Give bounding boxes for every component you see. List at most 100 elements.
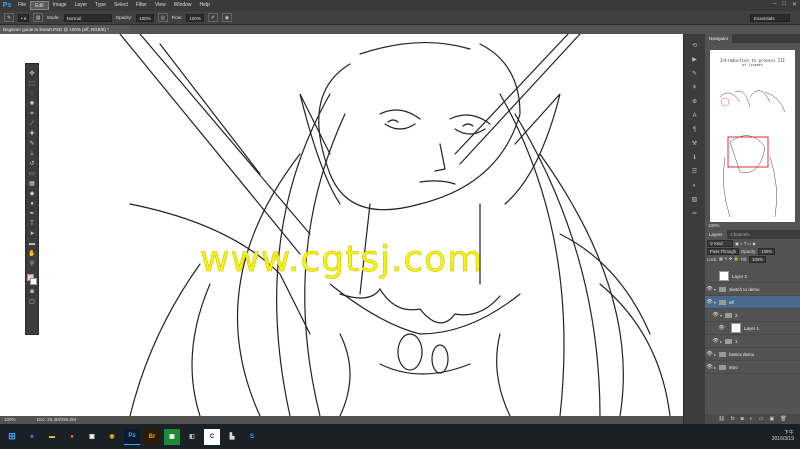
file-explorer-icon[interactable]: ▬	[44, 429, 60, 445]
windows-start-icon[interactable]: ⊞	[4, 429, 20, 445]
path-select-tool-icon[interactable]: ➤	[28, 230, 37, 238]
pen-tool-icon[interactable]: ✒	[28, 210, 37, 218]
store-icon[interactable]: ▣	[84, 429, 100, 445]
quick-select-tool-icon[interactable]: ✺	[28, 100, 37, 108]
character-icon[interactable]: A	[690, 112, 700, 121]
brush-panel-icon[interactable]: ▤	[33, 13, 44, 22]
pressure-size-icon[interactable]: ◉	[221, 13, 232, 22]
properties-icon[interactable]: ☰	[690, 168, 700, 177]
eye-icon[interactable]: 👁	[711, 338, 720, 344]
filter-icons[interactable]: ▣ ◐ T ▭ ◆	[735, 241, 756, 246]
app-white-icon[interactable]: C	[204, 428, 220, 445]
minimize-icon[interactable]: –	[773, 1, 776, 8]
tab-navigator[interactable]: Navigator	[705, 34, 733, 43]
flow-input[interactable]: 100%	[186, 13, 204, 22]
layer-row-intro[interactable]: 👁 ▸ intro	[705, 361, 800, 374]
quick-mask-icon[interactable]: ◙	[28, 288, 37, 296]
screen-mode-icon[interactable]: ▢	[28, 298, 37, 306]
layer-row-basics-demo[interactable]: 👁 ▸ basics demo	[705, 348, 800, 361]
menu-view[interactable]: View	[151, 1, 170, 10]
styles-icon[interactable]: ▧	[690, 196, 700, 205]
mode-select[interactable]: Normal	[63, 13, 112, 22]
document-tab[interactable]: Beginner guide to lineart.PSD @ 100% (el…	[0, 25, 130, 34]
app-dark-icon[interactable]: ▙	[224, 429, 240, 445]
navigator-zoom[interactable]: 100%	[705, 222, 800, 230]
adjustment-icon[interactable]: ◐	[750, 416, 753, 422]
navigator-thumbnail[interactable]: Introduction to process III of lineart	[710, 50, 795, 226]
trash-icon[interactable]: 🗑	[780, 416, 786, 422]
eye-icon[interactable]: 👁	[705, 299, 714, 305]
new-group-icon[interactable]: ▭	[759, 416, 764, 422]
photoshop-logo[interactable]: Ps	[0, 0, 14, 11]
type-tool-icon[interactable]: T	[28, 220, 37, 228]
stamp-tool-icon[interactable]: ⊥	[28, 150, 37, 158]
menu-layer[interactable]: Layer	[71, 1, 92, 10]
menu-window[interactable]: Window	[170, 1, 196, 10]
bridge-icon[interactable]: Br	[144, 428, 160, 445]
adjustments-icon[interactable]: ◐	[690, 182, 700, 191]
clock[interactable]: 下午 2016/3/19	[772, 430, 794, 442]
tab-channels[interactable]: Channels	[727, 230, 754, 239]
lasso-tool-icon[interactable]: ◌	[28, 90, 37, 98]
fx-icon[interactable]: fx	[731, 416, 735, 422]
paths-icon[interactable]: ✑	[690, 210, 700, 219]
brush-tool-icon[interactable]: ✎	[4, 13, 14, 22]
eye-icon[interactable]: 👁	[717, 325, 726, 331]
crop-tool-icon[interactable]: ⌗	[28, 110, 37, 118]
hand-tool-icon[interactable]: ✋	[28, 250, 37, 258]
eye-icon[interactable]: 👁	[705, 351, 714, 357]
blend-mode-select[interactable]: Pass Through	[707, 247, 739, 255]
blur-tool-icon[interactable]: ◆	[28, 190, 37, 198]
eyedropper-tool-icon[interactable]: ⟋	[28, 120, 37, 128]
menu-file[interactable]: File	[14, 1, 30, 10]
layer-row-1[interactable]: 👁 ▸ 1	[705, 335, 800, 348]
workspace-select[interactable]: Essentials	[750, 14, 790, 22]
skype-icon[interactable]: S	[244, 429, 260, 445]
pressure-opacity-icon[interactable]: ◎	[157, 13, 168, 22]
layer-row-elf[interactable]: 👁 ▾ elf	[705, 296, 800, 309]
link-icon[interactable]: ⛓	[718, 416, 724, 422]
layer-row-layer-1[interactable]: 👁 Layer 1	[705, 322, 800, 335]
history-brush-icon[interactable]: ↺	[28, 160, 37, 168]
layer-row-2[interactable]: 👁 ▾ 2	[705, 309, 800, 322]
firefox-icon[interactable]: ●	[64, 429, 80, 445]
layer-row-sketch-to-demo[interactable]: 👁 ▾ sketch to demo	[705, 283, 800, 296]
brushes-icon[interactable]: ⚘	[690, 84, 700, 93]
layer-row-layer-2[interactable]: Layer 2	[705, 270, 800, 283]
tab-layers[interactable]: Layers	[705, 230, 727, 239]
move-tool-icon[interactable]: ✥	[28, 70, 37, 78]
lock-icons[interactable]: ▦ ✎ ✥ 🔒	[719, 256, 739, 262]
clone-source-icon[interactable]: ⊕	[690, 98, 700, 107]
layer-opacity-input[interactable]: 100%	[758, 247, 776, 255]
menu-help[interactable]: Help	[196, 1, 214, 10]
photoshop-taskbar-icon[interactable]: Ps	[124, 428, 140, 445]
menu-type[interactable]: Type	[91, 1, 110, 10]
zoom-status[interactable]: 100%	[4, 417, 16, 422]
history-icon[interactable]: ⟲	[690, 42, 700, 51]
zoom-tool-icon[interactable]: ⚲	[28, 260, 37, 268]
tool-presets-icon[interactable]: ⚒	[690, 140, 700, 149]
edge-icon[interactable]: e	[24, 429, 40, 445]
actions-icon[interactable]: ▶	[690, 56, 700, 65]
eraser-tool-icon[interactable]: ▭	[28, 170, 37, 178]
brush-size-picker[interactable]: • ▾	[18, 13, 30, 22]
opacity-input[interactable]: 100%	[136, 13, 154, 22]
menu-filter[interactable]: Filter	[132, 1, 151, 10]
canvas[interactable]: www.cgtsj.com	[0, 34, 683, 416]
menu-image[interactable]: Image	[49, 1, 71, 10]
kind-filter[interactable]: ⚲ Kind	[707, 239, 733, 247]
marquee-tool-icon[interactable]: ⬚	[28, 80, 37, 88]
color-swatches[interactable]	[27, 274, 37, 286]
healing-tool-icon[interactable]: ✚	[28, 130, 37, 138]
fill-input[interactable]: 100%	[749, 255, 766, 263]
app-green-icon[interactable]: ▣	[164, 428, 180, 445]
paragraph-icon[interactable]: ¶	[690, 126, 700, 135]
gradient-tool-icon[interactable]: ▦	[28, 180, 37, 188]
info-icon[interactable]: ℹ	[690, 154, 700, 163]
airbrush-icon[interactable]: ✐	[207, 13, 218, 22]
app-gray-icon[interactable]: ◧	[184, 429, 200, 445]
menu-edit[interactable]: Edit	[30, 1, 49, 10]
dodge-tool-icon[interactable]: ●	[28, 200, 37, 208]
brush-presets-icon[interactable]: ✎	[690, 70, 700, 79]
eye-icon[interactable]: 👁	[705, 364, 714, 370]
